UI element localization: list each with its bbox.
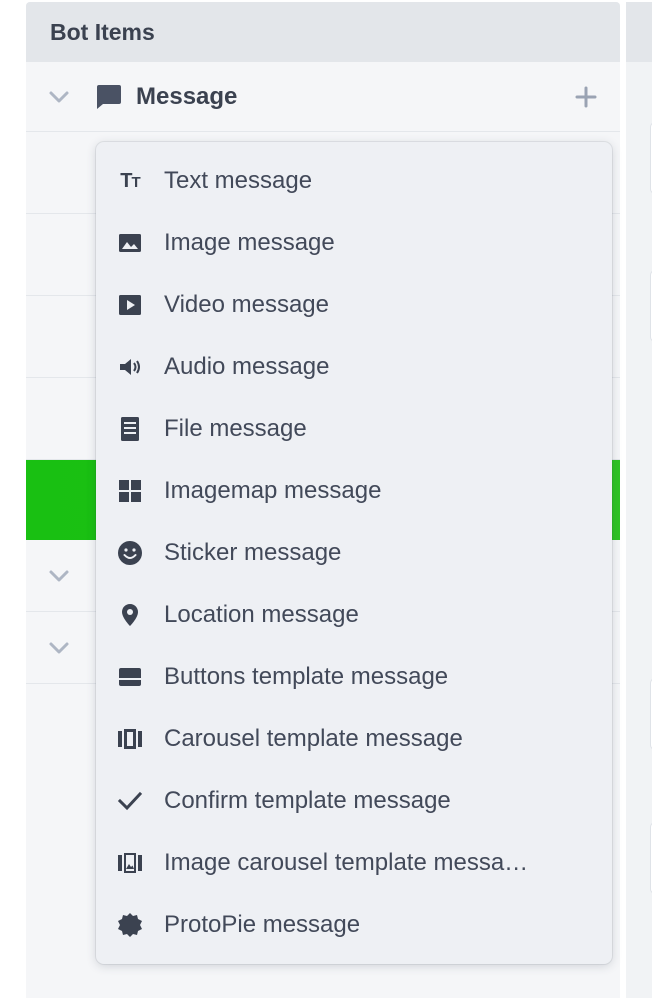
menu-item-label: Location message [164,601,359,628]
menu-item-protopie-message[interactable]: ProtoPie message [96,894,612,956]
menu-item-carousel-template-message[interactable]: Carousel template message [96,708,612,770]
menu-item-imagemap-message[interactable]: Imagemap message [96,460,612,522]
file-icon [121,417,139,441]
image-icon [119,234,141,252]
panel-header: Bot Items [26,2,620,62]
menu-item-image-carousel-template-message[interactable]: Image carousel template messa… [96,832,612,894]
image-carousel-icon [118,853,142,873]
chat-bubble-icon [97,84,121,109]
menu-item-file-message[interactable]: File message [96,398,612,460]
menu-item-label: Imagemap message [164,477,382,504]
menu-item-video-message[interactable]: Video message [96,274,612,336]
menu-item-image-message[interactable]: Image message [96,212,612,274]
menu-item-label: File message [164,415,307,442]
smiley-icon [118,541,142,565]
chevron-down-icon[interactable] [48,90,70,104]
panel-title: Bot Items [50,18,155,45]
bot-editor-page: Bot Items Message TT Text message Image … [0,0,652,998]
menu-item-label: Image carousel template messa… [164,849,529,876]
menu-item-label: Image message [164,229,335,256]
editor-panel-edge [626,2,652,998]
menu-item-text-message[interactable]: TT Text message [96,150,612,212]
add-message-dropdown: TT Text message Image message Video mess… [96,142,612,964]
checkmark-icon [117,791,143,811]
menu-item-label: Confirm template message [164,787,451,814]
menu-item-buttons-template-message[interactable]: Buttons template message [96,646,612,708]
menu-item-sticker-message[interactable]: Sticker message [96,522,612,584]
section-message[interactable]: Message [26,62,620,132]
text-format-icon: TT [120,169,140,192]
menu-item-label: Text message [164,167,313,194]
menu-item-confirm-template-message[interactable]: Confirm template message [96,770,612,832]
section-label: Message [136,82,238,110]
menu-item-label: Carousel template message [164,725,463,752]
carousel-icon [118,729,142,749]
location-pin-icon [122,604,138,626]
video-play-icon [119,295,141,315]
editor-panel-header [626,2,652,62]
menu-item-audio-message[interactable]: Audio message [96,336,612,398]
chevron-down-icon[interactable] [48,641,70,655]
menu-item-label: Audio message [164,353,330,380]
grid-icon [119,480,141,502]
menu-item-label: Buttons template message [164,663,449,690]
menu-item-location-message[interactable]: Location message [96,584,612,646]
menu-item-label: ProtoPie message [164,911,361,938]
speaker-icon [120,359,140,375]
plus-icon[interactable] [574,85,598,109]
menu-item-label: Sticker message [164,539,342,566]
protopie-badge-icon [118,913,142,937]
menu-item-label: Video message [164,291,329,318]
buttons-template-icon [119,668,141,686]
chevron-down-icon[interactable] [48,569,70,583]
